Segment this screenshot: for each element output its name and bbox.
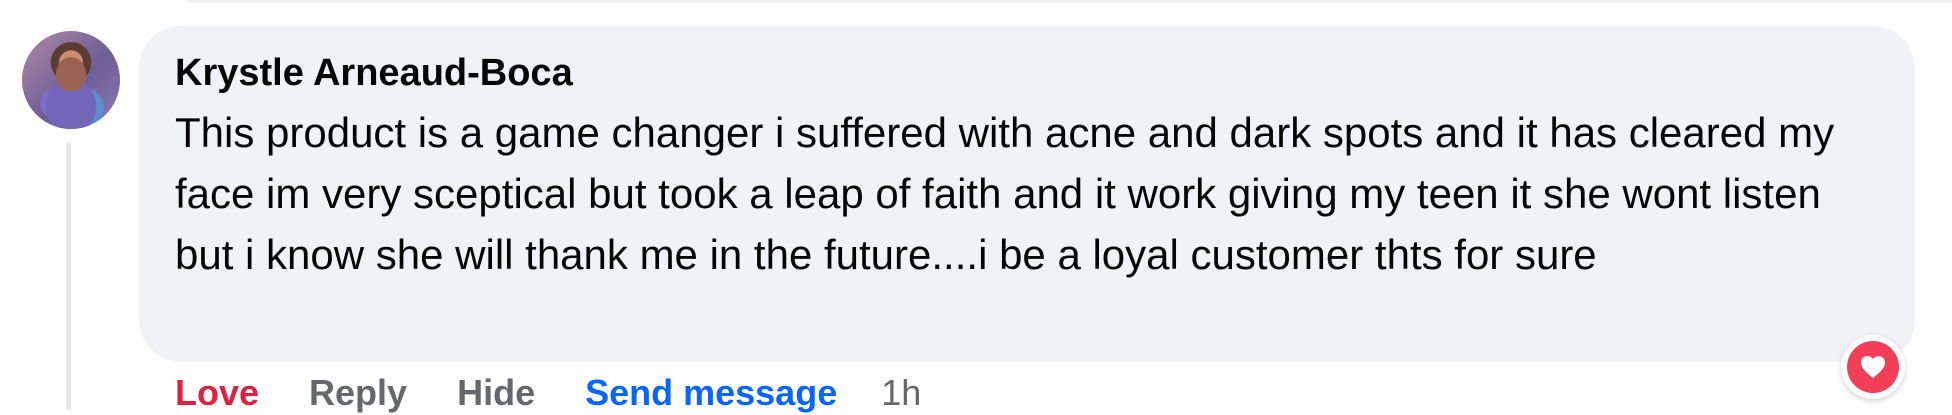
hide-button[interactable]: Hide (457, 371, 535, 415)
comment-actions: Love Reply Hide Send message 1h (175, 371, 921, 415)
comment-timestamp[interactable]: 1h (881, 371, 921, 415)
send-message-button[interactable]: Send message (585, 371, 837, 415)
comment-bubble: Krystle Arneaud-Boca This product is a g… (139, 26, 1915, 362)
avatar-photo (56, 57, 86, 91)
reaction-summary[interactable] (1841, 335, 1905, 399)
comment-author[interactable]: Krystle Arneaud-Boca (175, 50, 1877, 96)
comment-thread-divider (188, 0, 1952, 3)
comment-text: This product is a game changer i suffere… (175, 109, 1835, 278)
love-button[interactable]: Love (175, 371, 259, 415)
reply-thread-line (66, 142, 71, 410)
heart-icon (1847, 341, 1899, 393)
avatar[interactable] (22, 31, 120, 129)
reply-button[interactable]: Reply (309, 371, 407, 415)
